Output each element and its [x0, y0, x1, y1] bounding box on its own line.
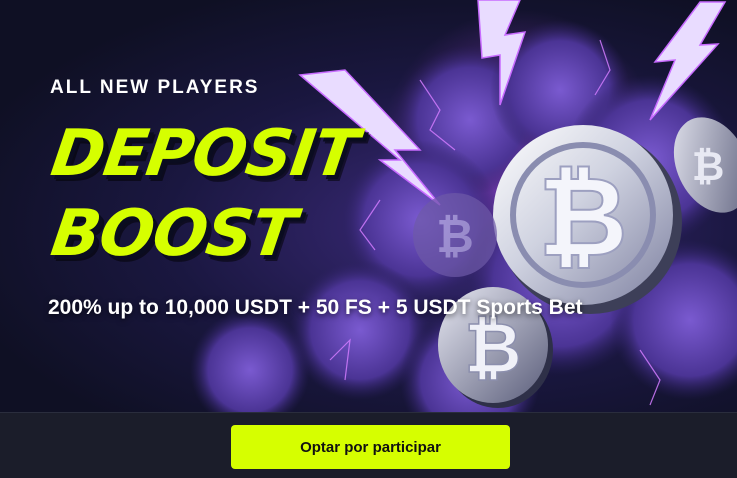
svg-text:₿: ₿ — [538, 153, 628, 281]
promo-offer-text: 200% up to 10,000 USDT + 50 FS + 5 USDT … — [48, 296, 583, 319]
opt-in-button[interactable]: Optar por participar — [231, 425, 510, 469]
bitcoin-coin-back-icon: ₿ — [413, 193, 497, 277]
promo-banner: ₿ ₿ ₿ ₿ ALL NEW PLAYERS DEPOSIT BOOST 20… — [0, 0, 737, 412]
promo-eyebrow: ALL NEW PLAYERS — [50, 77, 260, 98]
svg-text:₿: ₿ — [436, 209, 474, 263]
svg-text:₿: ₿ — [692, 144, 725, 190]
promo-headline-line2: BOOST — [46, 197, 300, 271]
promo-headline-line1: DEPOSIT — [46, 117, 362, 191]
promo-footer: Optar por participar — [0, 412, 737, 478]
promo-card: ₿ ₿ ₿ ₿ ALL NEW PLAYERS DEPOSIT BOOST 20… — [0, 0, 737, 478]
